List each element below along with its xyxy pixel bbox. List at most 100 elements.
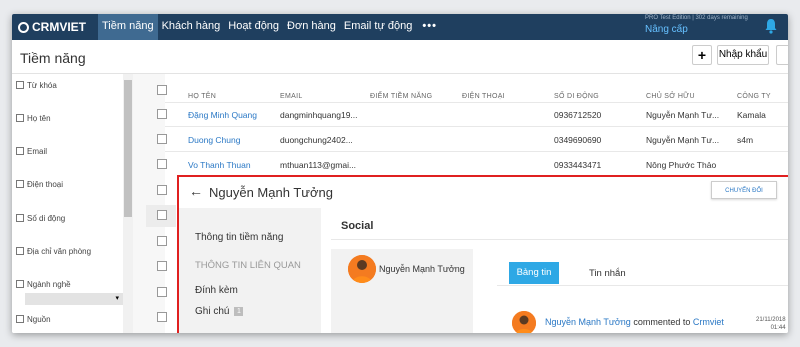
avatar-icon bbox=[348, 255, 376, 283]
related-info-heading: THÔNG TIN LIÊN QUAN bbox=[195, 260, 301, 271]
select-all-checkbox[interactable] bbox=[157, 85, 167, 95]
crmviet-logo[interactable]: CRMVIET bbox=[18, 20, 86, 34]
feed-timestamp: 21/11/2018 01:44 bbox=[756, 316, 786, 332]
lead-mobile: 0349690690 bbox=[554, 135, 602, 145]
row-checkbox[interactable] bbox=[157, 185, 167, 195]
avatar-icon bbox=[512, 311, 536, 333]
nav-item-customers[interactable]: Khách hàng bbox=[158, 14, 225, 40]
checkbox-icon[interactable] bbox=[16, 81, 24, 89]
column-header-phone[interactable]: ĐIỆN THOẠI bbox=[462, 93, 505, 100]
contact-name: Nguyễn Mạnh Tưởng bbox=[379, 264, 465, 274]
filter-phone[interactable]: Điện thoại bbox=[16, 180, 63, 189]
feed-entry: Nguyễn Mạnh Tưởng commented to Crmviet bbox=[545, 317, 724, 327]
row-checkbox[interactable] bbox=[157, 159, 167, 169]
upgrade-link[interactable]: Nâng cấp bbox=[645, 24, 688, 35]
bell-icon[interactable] bbox=[764, 18, 778, 34]
contact-card: Nguyễn Mạnh Tưởng bbox=[331, 249, 473, 333]
row-checkbox[interactable] bbox=[157, 134, 167, 144]
filter-label: Nguồn bbox=[27, 315, 51, 324]
feed-action: commented to bbox=[630, 317, 693, 327]
convert-button[interactable]: CHUYỂN ĐỔI bbox=[711, 181, 777, 199]
row-checkbox[interactable] bbox=[157, 109, 167, 119]
feed-time: 01:44 bbox=[770, 325, 786, 331]
logo-text: CRMVIET bbox=[32, 20, 86, 34]
filter-label: Số di động bbox=[27, 214, 66, 223]
social-heading: Social bbox=[341, 220, 374, 232]
row-checkbox[interactable] bbox=[157, 236, 167, 246]
filter-label: Địa chỉ văn phòng bbox=[27, 247, 92, 256]
lead-email: mthuan113@gmai... bbox=[280, 160, 357, 170]
lead-mobile: 0936712520 bbox=[554, 110, 602, 120]
filter-label: Họ tên bbox=[27, 114, 51, 123]
back-arrow-icon[interactable]: ← bbox=[189, 183, 203, 199]
filter-label: Từ khóa bbox=[27, 81, 57, 90]
page-header: Tiềm năng + Nhập khẩu bbox=[12, 40, 788, 74]
nav-more-button[interactable]: ••• bbox=[416, 14, 443, 40]
column-header-owner[interactable]: CHỦ SỞ HỮU bbox=[646, 93, 695, 100]
lead-email: dangminhquang19... bbox=[280, 110, 358, 120]
row-checkbox[interactable] bbox=[157, 312, 167, 322]
nav-item-orders[interactable]: Đơn hàng bbox=[283, 14, 340, 40]
filter-label: Điện thoại bbox=[27, 180, 64, 189]
row-divider bbox=[165, 126, 788, 127]
sidebar-item-lead-info[interactable]: Thông tin tiềm năng bbox=[195, 232, 283, 243]
filter-email[interactable]: Email bbox=[16, 147, 47, 156]
checkbox-icon[interactable] bbox=[16, 214, 24, 222]
row-checkbox[interactable] bbox=[157, 287, 167, 297]
filter-keyword[interactable]: Từ khóa bbox=[16, 81, 57, 90]
checkbox-icon[interactable] bbox=[16, 315, 24, 323]
lead-mobile: 0933443471 bbox=[554, 160, 602, 170]
tab-news-feed[interactable]: Bảng tin bbox=[509, 262, 559, 284]
feed-target-link[interactable]: Crmviet bbox=[693, 317, 724, 327]
row-checkbox[interactable] bbox=[157, 210, 167, 220]
lead-owner: Nông Phước Thảo bbox=[646, 160, 717, 170]
add-lead-button[interactable]: + bbox=[692, 45, 712, 65]
notes-label: Ghi chú bbox=[195, 306, 230, 317]
filter-label: Email bbox=[27, 147, 48, 156]
main-nav: Tiềm năng Khách hàng Hoạt động Đơn hàng … bbox=[98, 14, 443, 40]
lead-name-link[interactable]: Duong Chung bbox=[188, 135, 240, 145]
tab-messages[interactable]: Tin nhắn bbox=[589, 268, 626, 279]
detail-sidebar: Thông tin tiềm năng THÔNG TIN LIÊN QUAN … bbox=[179, 208, 321, 333]
lead-company: Kamala bbox=[737, 110, 766, 120]
filter-source[interactable]: Nguồn bbox=[16, 315, 51, 324]
column-header-score[interactable]: ĐIỂM TIỀM NĂNG bbox=[370, 93, 432, 100]
nav-item-leads[interactable]: Tiềm năng bbox=[98, 14, 158, 40]
filter-fullname[interactable]: Họ tên bbox=[16, 114, 51, 123]
lead-company: s4m bbox=[737, 135, 754, 145]
column-header-mobile[interactable]: SỐ DI ĐỘNG bbox=[554, 93, 599, 100]
lead-owner: Nguyễn Mạnh Tư... bbox=[646, 135, 720, 145]
checkbox-icon[interactable] bbox=[16, 180, 24, 188]
nav-item-activities[interactable]: Hoạt động bbox=[224, 14, 283, 40]
nav-item-auto-email[interactable]: Email tự động bbox=[340, 14, 417, 40]
feed-author-link[interactable]: Nguyễn Mạnh Tưởng bbox=[545, 317, 631, 327]
lead-detail-title: Nguyễn Mạnh Tưởng bbox=[209, 185, 333, 200]
page-title: Tiềm năng bbox=[20, 50, 86, 66]
column-header-company[interactable]: CÔNG TY bbox=[737, 93, 771, 100]
top-navbar: CRMVIET Tiềm năng Khách hàng Hoạt động Đ… bbox=[12, 14, 788, 40]
filter-office-address[interactable]: Địa chỉ văn phòng bbox=[16, 247, 91, 256]
lead-email: duongchung2402... bbox=[280, 135, 353, 145]
import-button[interactable]: Nhập khẩu bbox=[717, 45, 769, 65]
filter-panel: Từ khóa Họ tên Email Điện thoại Số di độ… bbox=[12, 74, 133, 333]
column-header-email[interactable]: EMAIL bbox=[280, 93, 303, 100]
row-checkbox[interactable] bbox=[157, 261, 167, 271]
column-header-name[interactable]: HỌ TÊN bbox=[188, 93, 216, 100]
industry-select[interactable]: ▾ bbox=[25, 293, 123, 305]
notes-count-badge: 1 bbox=[234, 307, 244, 316]
filter-scrollbar-thumb[interactable] bbox=[124, 80, 132, 217]
filter-industry[interactable]: Ngành nghề bbox=[16, 280, 71, 289]
app-window: CRMVIET Tiềm năng Khách hàng Hoạt động Đ… bbox=[12, 14, 788, 333]
filter-mobile[interactable]: Số di động bbox=[16, 214, 65, 223]
checkbox-icon[interactable] bbox=[16, 247, 24, 255]
lead-name-link[interactable]: Đặng Minh Quang bbox=[188, 110, 257, 120]
more-actions-button[interactable] bbox=[776, 45, 788, 65]
row-divider bbox=[165, 102, 788, 103]
checkbox-icon[interactable] bbox=[16, 280, 24, 288]
crmviet-logo-icon bbox=[18, 21, 29, 33]
checkbox-icon[interactable] bbox=[16, 114, 24, 122]
sidebar-item-attachments[interactable]: Đính kèm bbox=[195, 285, 238, 296]
lead-name-link[interactable]: Vo Thanh Thuan bbox=[188, 160, 251, 170]
sidebar-item-notes[interactable]: Ghi chú 1 bbox=[195, 306, 244, 317]
checkbox-icon[interactable] bbox=[16, 147, 24, 155]
